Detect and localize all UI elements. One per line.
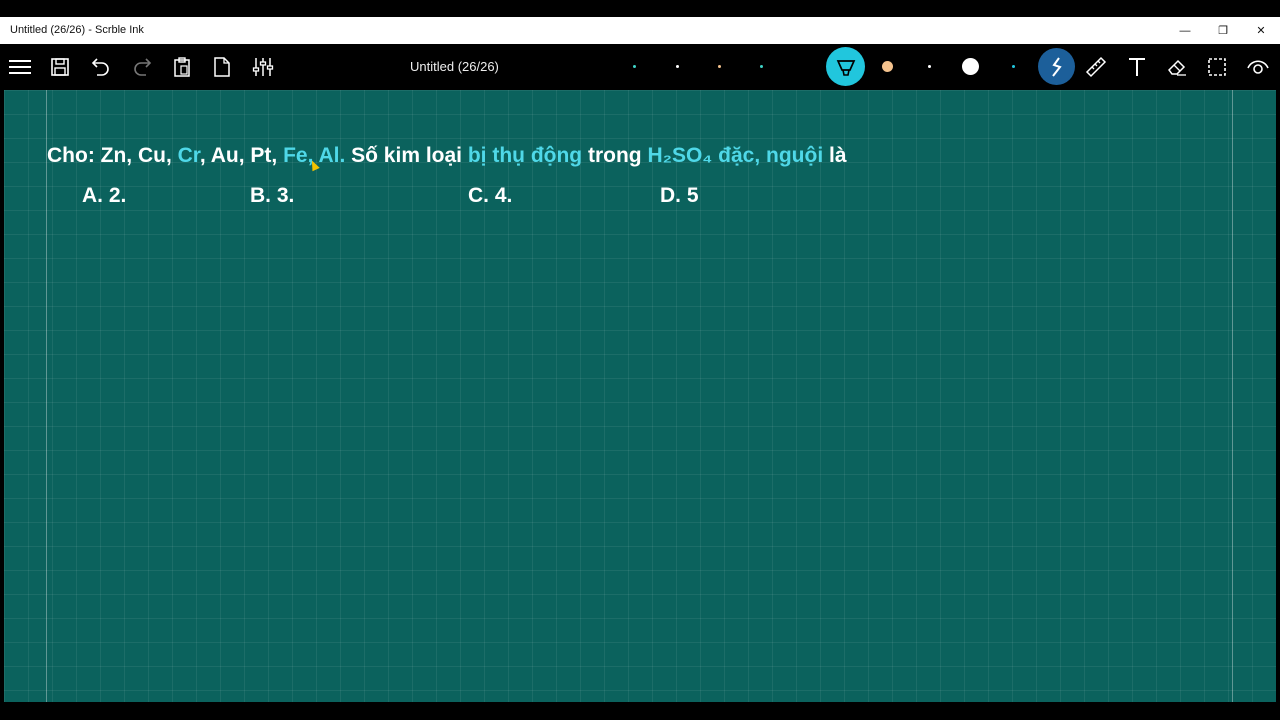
view-button[interactable] bbox=[1242, 51, 1274, 83]
redo-icon bbox=[134, 58, 152, 76]
question-segment: Cho: Zn, Cu, bbox=[47, 144, 178, 167]
question-highlight-segment: Cr bbox=[177, 144, 200, 167]
pen-size-dot[interactable] bbox=[1012, 65, 1015, 68]
option-b: B. 3. bbox=[250, 184, 295, 207]
close-button[interactable]: ✕ bbox=[1242, 17, 1280, 44]
redo-button[interactable] bbox=[126, 51, 158, 83]
question-segment: , Au, Pt, bbox=[199, 144, 284, 167]
color-dot-peach[interactable] bbox=[718, 65, 721, 68]
selection-icon bbox=[1208, 58, 1226, 76]
clipboard-icon bbox=[174, 57, 190, 77]
paste-button[interactable] bbox=[166, 51, 198, 83]
document-title: Untitled (26/26) bbox=[410, 59, 499, 74]
undo-icon bbox=[91, 58, 109, 76]
save-button[interactable] bbox=[44, 51, 76, 83]
ink-canvas[interactable]: Cho: Zn, Cu, Cr, Au, Pt, Fe, Al. Số kim … bbox=[4, 90, 1276, 702]
close-icon: ✕ bbox=[1256, 25, 1266, 37]
left-margin-line bbox=[46, 90, 47, 702]
save-icon bbox=[51, 58, 69, 76]
question-highlight-segment: H₂SO₄ đặc, nguội bbox=[647, 144, 824, 167]
question-segment: là bbox=[823, 144, 847, 167]
highlighter-tool-button[interactable] bbox=[826, 47, 865, 86]
ruler-button[interactable] bbox=[1080, 51, 1112, 83]
new-page-icon bbox=[214, 57, 230, 77]
undo-button[interactable] bbox=[85, 51, 117, 83]
question-segment: trong bbox=[582, 144, 648, 167]
bottom-black-strip bbox=[0, 702, 1280, 720]
menu-button[interactable] bbox=[4, 51, 36, 83]
highlighter-icon bbox=[836, 59, 855, 76]
pen-size-large[interactable] bbox=[962, 58, 979, 75]
title-bar: Untitled (26/26) - Scrble Ink — ❐ ✕ bbox=[0, 17, 1280, 44]
color-dot-teal-2[interactable] bbox=[760, 65, 763, 68]
toolbar: Untitled (26/26) bbox=[0, 44, 1280, 90]
question-highlight-segment: bị thụ động bbox=[467, 144, 583, 167]
settings-sliders-icon bbox=[252, 58, 274, 76]
window-title: Untitled (26/26) - Scrble Ink bbox=[10, 24, 144, 36]
text-tool-button[interactable] bbox=[1121, 51, 1153, 83]
eraser-icon bbox=[1168, 59, 1186, 76]
option-d: D. 5 bbox=[660, 184, 699, 207]
pen-color-swatch[interactable] bbox=[882, 61, 893, 72]
question-segment: Số kim loại bbox=[345, 144, 468, 167]
pen-tool-button[interactable] bbox=[1038, 48, 1075, 85]
minimize-icon: — bbox=[1179, 24, 1191, 37]
top-black-strip bbox=[0, 0, 1280, 17]
color-dot-white[interactable] bbox=[676, 65, 679, 68]
settings-button[interactable] bbox=[247, 51, 279, 83]
pen-scribble-icon bbox=[1051, 56, 1062, 77]
restore-button[interactable]: ❐ bbox=[1204, 17, 1242, 44]
text-icon bbox=[1129, 58, 1145, 76]
eye-icon bbox=[1247, 60, 1269, 74]
option-c: C. 4. bbox=[468, 184, 513, 207]
restore-icon: ❐ bbox=[1218, 25, 1228, 37]
right-margin-line bbox=[1232, 90, 1233, 702]
app-window: Untitled (26/26) - Scrble Ink — ❐ ✕ Unti… bbox=[0, 0, 1280, 720]
question-text: Cho: Zn, Cu, Cr, Au, Pt, Fe, Al. Số kim … bbox=[47, 144, 847, 168]
minimize-button[interactable]: — bbox=[1166, 17, 1204, 44]
menu-icon bbox=[9, 60, 31, 74]
new-page-button[interactable] bbox=[206, 51, 238, 83]
option-a: A. 2. bbox=[82, 184, 127, 207]
pen-size-small[interactable] bbox=[928, 65, 931, 68]
selection-button[interactable] bbox=[1201, 51, 1233, 83]
ruler-icon bbox=[1085, 56, 1107, 78]
eraser-button[interactable] bbox=[1161, 51, 1193, 83]
color-dot-teal[interactable] bbox=[633, 65, 636, 68]
